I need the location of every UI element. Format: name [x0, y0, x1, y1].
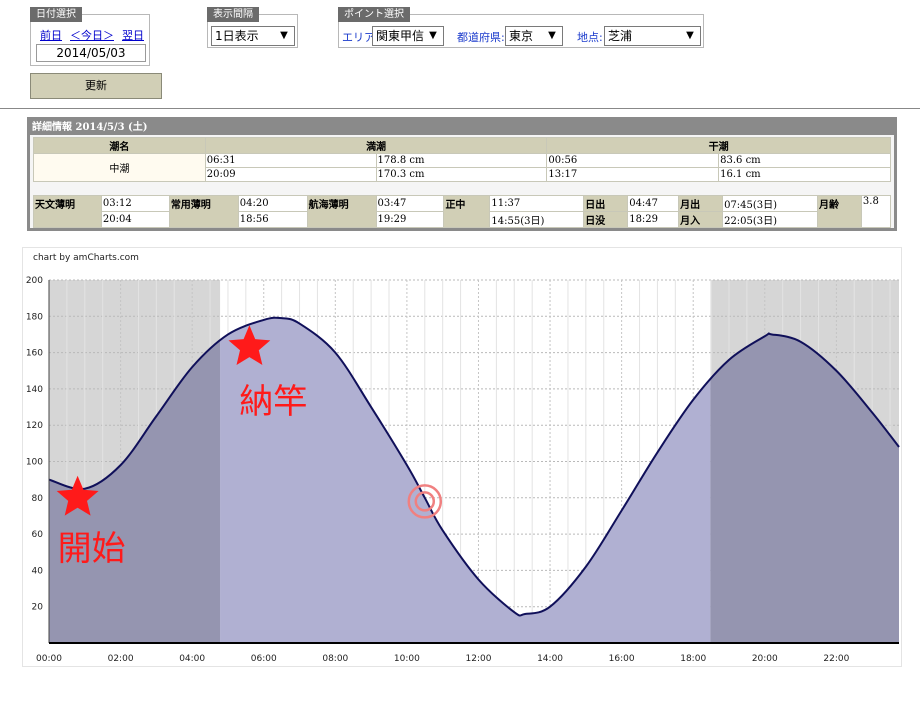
transit-time-1: 11:37 — [489, 195, 585, 212]
tide-name-value: 中潮 — [33, 153, 206, 182]
astro-twilight-start: 03:12 — [100, 195, 170, 212]
date-select-group: 日付選択 前日 ＜今日＞ 翌日 2014/05/03 — [30, 7, 150, 66]
civil-twilight-start: 04:20 — [237, 195, 308, 212]
y-tick-label: 180 — [26, 312, 43, 322]
area-select-value: 関東甲信 — [376, 29, 425, 43]
x-tick-label: 06:00 — [251, 654, 277, 664]
moonset-time: 22:05(3日) — [722, 211, 818, 228]
astro-twilight-label: 天文薄明 — [33, 195, 102, 228]
y-tick-label: 120 — [26, 421, 43, 431]
point-select-tab: ポイント選択 — [338, 7, 410, 22]
low-tide-time: 13:17 — [546, 167, 720, 182]
low-tide-time: 00:56 — [546, 153, 720, 168]
x-tick-label: 20:00 — [752, 654, 778, 664]
low-tide-height: 16.1 cm — [718, 167, 891, 182]
low-tide-height: 83.6 cm — [718, 153, 891, 168]
y-tick-label: 160 — [26, 349, 43, 359]
nautical-twilight-end: 19:29 — [375, 211, 445, 228]
end-annotation: 納竿 — [239, 382, 307, 422]
y-tick-label: 200 — [26, 276, 43, 286]
y-tick-label: 100 — [26, 458, 43, 468]
astro-twilight-end: 20:04 — [100, 211, 170, 228]
moonrise-time: 07:45(3日) — [722, 195, 818, 212]
detail-title: 詳細情報 2014/5/3 (土) — [30, 120, 894, 135]
x-tick-label: 18:00 — [680, 654, 706, 664]
high-tide-time: 20:09 — [204, 167, 377, 182]
y-tick-label: 20 — [32, 603, 44, 613]
date-input[interactable]: 2014/05/03 — [36, 44, 146, 62]
tide-name-header: 潮名 — [33, 137, 206, 154]
interval-tab: 表示間隔 — [207, 7, 259, 22]
moonset-label: 月入 — [678, 211, 724, 228]
prefecture-label: 都道府県: — [457, 31, 505, 44]
prefecture-select-value: 東京 — [509, 29, 534, 43]
high-tide-height: 178.8 cm — [375, 153, 548, 168]
area-select[interactable]: 関東甲信 ▼ — [372, 26, 444, 46]
x-tick-label: 10:00 — [394, 654, 420, 664]
civil-twilight-end: 18:56 — [237, 211, 308, 228]
sunset-label: 日没 — [583, 211, 629, 228]
x-tick-label: 00:00 — [36, 654, 62, 664]
nautical-twilight-start: 03:47 — [375, 195, 445, 212]
today-link[interactable]: ＜今日＞ — [70, 27, 114, 43]
prefecture-select[interactable]: 東京 ▼ — [505, 26, 563, 46]
high-tide-header: 満潮 — [204, 137, 548, 154]
tide-table: 潮名 満潮 干潮 中潮 06:31 178.8 cm 00:56 83.6 cm… — [33, 137, 891, 182]
spot-select[interactable]: 芝浦 ▼ — [604, 26, 701, 46]
moon-age-label: 月齢 — [816, 195, 862, 228]
low-tide-header: 干潮 — [546, 137, 891, 154]
transit-time-2: 14:55(3日) — [489, 211, 585, 228]
tide-chart-svg: 20 40 60 80 100 120 140 160 180 200 00:00 02:00 04:0… — [26, 276, 900, 664]
sunrise-time: 04:47 — [627, 195, 680, 212]
y-tick-label: 140 — [26, 385, 43, 395]
header-divider — [0, 108, 920, 109]
civil-twilight-label: 常用薄明 — [168, 195, 239, 228]
sunrise-label: 日出 — [583, 195, 629, 212]
point-select-group: ポイント選択 エリア: 関東甲信 ▼ 都道府県: 東京 ▼ 地点: 芝浦 ▼ — [338, 7, 704, 48]
start-annotation: 開始 — [58, 529, 126, 569]
chevron-down-icon: ▼ — [429, 30, 437, 41]
x-tick-label: 16:00 — [609, 654, 635, 664]
x-tick-label: 12:00 — [466, 654, 492, 664]
chevron-down-icon: ▼ — [686, 30, 694, 41]
y-tick-label: 80 — [32, 494, 44, 504]
x-tick-label: 02:00 — [108, 654, 134, 664]
high-tide-time: 06:31 — [204, 153, 377, 168]
astro-table: 天文薄明 03:12 常用薄明 04:20 航海薄明 03:47 正中 11:3… — [33, 195, 892, 228]
moon-age-value: 3.8 — [860, 195, 892, 228]
sunset-time: 18:29 — [627, 211, 680, 228]
interval-select-value: 1日表示 — [215, 29, 259, 43]
nautical-twilight-label: 航海薄明 — [306, 195, 377, 228]
update-button[interactable]: 更新 — [30, 73, 162, 99]
y-tick-label: 60 — [32, 530, 44, 540]
interval-select[interactable]: 1日表示 ▼ — [211, 26, 295, 46]
x-tick-label: 04:00 — [179, 654, 205, 664]
detail-panel: 詳細情報 2014/5/3 (土) 潮名 満潮 干潮 中潮 06:31 178.… — [27, 117, 897, 231]
interval-group: 表示間隔 1日表示 ▼ — [207, 7, 298, 48]
date-select-tab: 日付選択 — [30, 7, 82, 22]
x-tick-label: 08:00 — [322, 654, 348, 664]
chevron-down-icon: ▼ — [280, 30, 288, 41]
high-tide-height: 170.3 cm — [375, 167, 548, 182]
spot-label: 地点: — [577, 31, 603, 44]
prev-day-link[interactable]: 前日 — [40, 27, 62, 43]
x-tick-label: 14:00 — [537, 654, 563, 664]
chevron-down-icon: ▼ — [548, 30, 556, 41]
y-tick-label: 40 — [32, 566, 44, 576]
transit-label: 正中 — [443, 195, 491, 228]
spot-select-value: 芝浦 — [608, 29, 633, 43]
moonrise-label: 月出 — [678, 195, 724, 212]
next-day-link[interactable]: 翌日 — [122, 27, 144, 43]
tide-chart: chart by amCharts.com 20 40 60 80 100 120 140 1… — [22, 247, 902, 667]
x-tick-label: 22:00 — [823, 654, 849, 664]
